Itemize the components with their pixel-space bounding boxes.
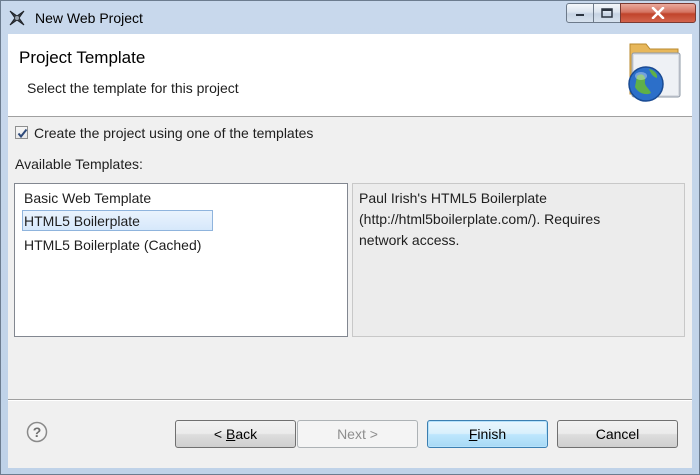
list-item[interactable]: HTML5 Boilerplate (Cached): [22, 235, 203, 256]
dialog-window: New Web Project Project Template Select …: [0, 0, 700, 475]
window-title: New Web Project: [35, 10, 143, 26]
use-template-label[interactable]: Create the project using one of the temp…: [34, 125, 313, 141]
page-title: Project Template: [19, 48, 146, 67]
help-icon[interactable]: ?: [26, 421, 48, 443]
list-item[interactable]: Basic Web Template: [22, 188, 153, 209]
close-icon: [651, 7, 665, 19]
checkmark-icon: [17, 128, 28, 139]
back-button-prefix: <: [213, 426, 226, 442]
close-button[interactable]: [620, 3, 696, 23]
use-template-checkbox[interactable]: [15, 126, 28, 139]
title-bar[interactable]: New Web Project: [1, 1, 699, 34]
back-button-mnemonic: B: [225, 426, 236, 442]
maximize-icon: [601, 8, 613, 18]
description-line: Paul Irish's HTML5 Boilerplate: [359, 190, 547, 206]
available-templates-label: Available Templates:: [15, 156, 143, 172]
minimize-button[interactable]: [566, 3, 594, 23]
list-item-selected[interactable]: HTML5 Boilerplate: [22, 210, 213, 231]
template-description: Paul Irish's HTML5 Boilerplate (http://h…: [352, 183, 685, 337]
template-list[interactable]: Basic Web Template HTML5 Boilerplate HTM…: [14, 183, 348, 337]
web-project-folder-globe-icon: [628, 43, 681, 102]
next-button[interactable]: Next >: [297, 420, 418, 448]
finish-button-rest: inish: [477, 426, 507, 442]
eclipse-app-icon: [9, 10, 25, 26]
description-line: network access.: [359, 232, 460, 248]
help-glyph: ?: [33, 424, 42, 440]
finish-button[interactable]: Finish: [427, 420, 548, 448]
button-bar-separator: [8, 399, 692, 401]
wizard-banner: Project Template Select the template for…: [8, 34, 692, 117]
back-button-rest: ack: [235, 426, 258, 442]
description-line: (http://html5boilerplate.com/). Requires: [359, 211, 601, 227]
page-subtitle: Select the template for this project: [27, 80, 239, 96]
maximize-button[interactable]: [593, 3, 621, 23]
back-button[interactable]: < Back: [175, 420, 296, 448]
cancel-button[interactable]: Cancel: [557, 420, 678, 448]
dialog-content: Project Template Select the template for…: [8, 34, 692, 468]
minimize-icon: [576, 14, 584, 16]
